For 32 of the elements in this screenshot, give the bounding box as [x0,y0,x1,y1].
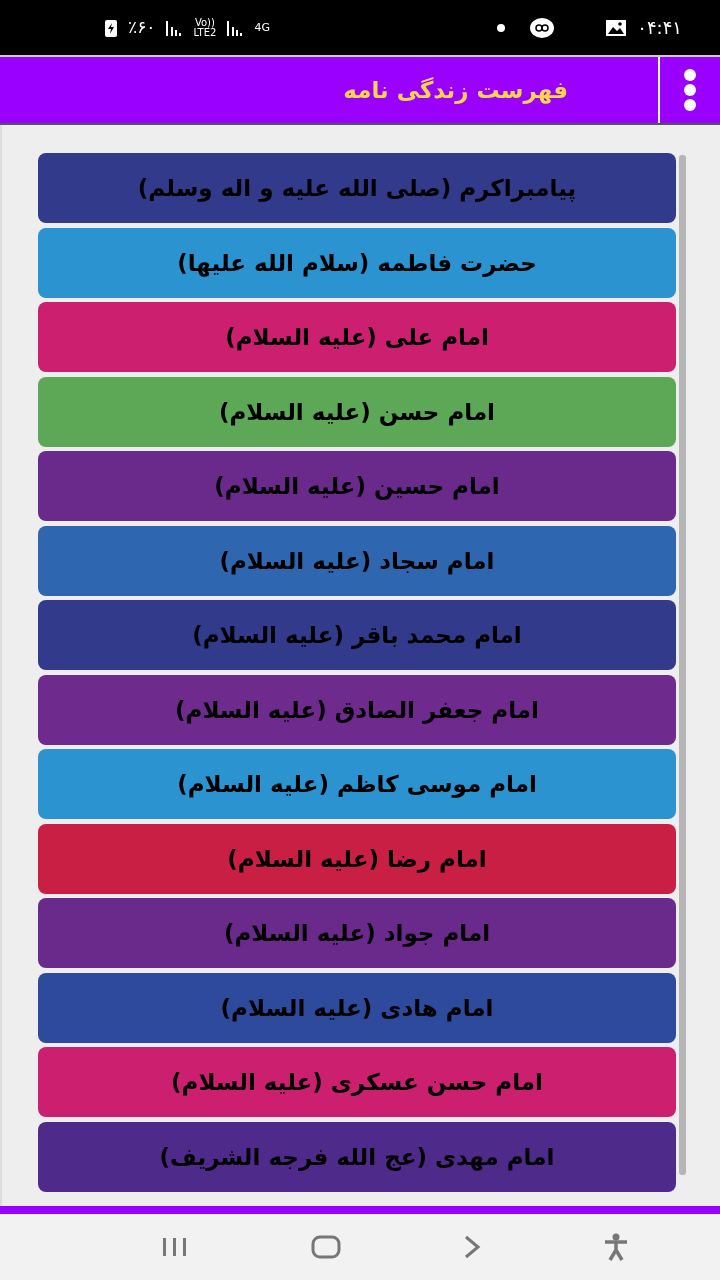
list-item[interactable]: امام جعفر الصادق (علیه السلام) [38,674,676,745]
list-item[interactable]: امام محمد باقر (علیه السلام) [38,600,676,670]
more-options-icon [683,69,697,111]
battery-percent: ٪۶۰ [128,19,156,36]
image-icon [605,18,628,37]
lte-label: LTE2 [193,27,217,38]
list-item[interactable]: حضرت فاطمه (سلام الله علیها) [38,227,676,298]
scrollbar[interactable] [679,155,686,1175]
app-notification-icon [529,16,556,39]
list-item[interactable]: امام رضا (علیه السلام) [38,823,676,894]
list-item[interactable]: امام موسی کاظم (علیه السلام) [38,749,676,819]
signal-icon [226,18,245,37]
app-title: فهرست زندگی نامه [342,77,569,103]
network-label: 4G [254,22,270,33]
list-item[interactable]: امام علی (علیه السلام) [38,302,676,372]
accessibility-icon[interactable] [603,1233,629,1261]
list-item[interactable]: پیامبراکرم (صلی الله علیه و اله وسلم) [38,153,676,223]
list-item[interactable]: امام حسین (علیه السلام) [38,451,676,521]
list-item[interactable]: امام حسن (علیه السلام) [38,376,676,447]
home-icon[interactable] [311,1235,341,1259]
back-icon[interactable] [463,1235,481,1259]
clock: ۰۴:۴۱ [637,18,682,37]
list-item[interactable]: امام حسن عسکری (علیه السلام) [38,1047,676,1117]
dot-icon [497,23,506,32]
recent-apps-icon[interactable] [161,1236,189,1258]
battery-charging-icon [104,17,118,38]
list-item[interactable]: امام مهدی (عج الله فرجه الشریف) [38,1121,676,1192]
list-item[interactable]: امام هادی (علیه السلام) [38,972,676,1043]
list-item[interactable]: امام جواد (علیه السلام) [38,898,676,968]
volte-label: Vo)) [194,17,215,28]
signal-icon [165,18,184,37]
list-item[interactable]: امام سجاد (علیه السلام) [38,525,676,596]
